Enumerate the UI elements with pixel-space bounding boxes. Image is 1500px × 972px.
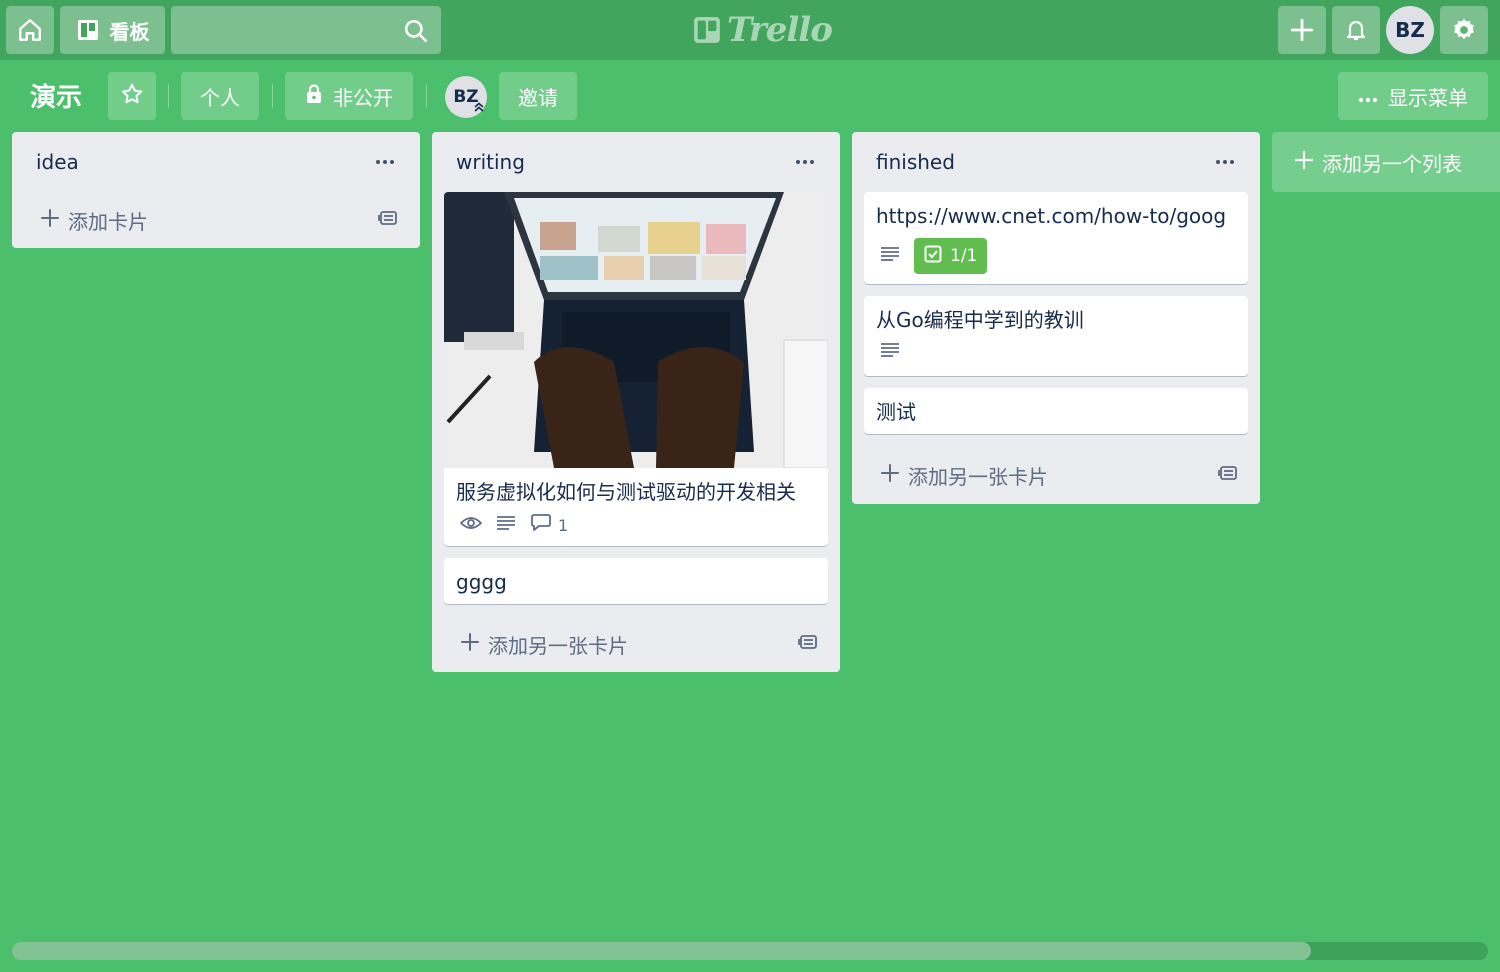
create-button[interactable] bbox=[1278, 6, 1326, 54]
team-button[interactable]: 个人 bbox=[181, 72, 259, 120]
admin-chevron-icon bbox=[473, 98, 485, 118]
plus-icon bbox=[40, 208, 60, 233]
list-header: idea bbox=[12, 132, 420, 192]
card-title: 服务虚拟化如何与测试驱动的开发相关 bbox=[456, 480, 796, 504]
invite-label: 邀请 bbox=[518, 85, 558, 110]
star-icon bbox=[120, 82, 144, 111]
card-template-icon[interactable] bbox=[1218, 463, 1238, 488]
add-card-label: 添加另一张卡片 bbox=[908, 464, 1048, 489]
show-menu-button[interactable]: 显示菜单 bbox=[1338, 72, 1488, 120]
board-icon bbox=[76, 18, 100, 42]
board-title[interactable]: 演示 bbox=[30, 78, 82, 118]
checklist-count: 1/1 bbox=[950, 246, 978, 266]
card-badges bbox=[864, 340, 1248, 376]
list-writing: writing 服务虚拟化如何与测试驱动的开发相关 1 gggg 添加另一张卡片 bbox=[432, 132, 840, 672]
plus-icon bbox=[460, 632, 480, 657]
list-idea: idea 添加卡片 bbox=[12, 132, 420, 248]
comment-icon bbox=[530, 514, 552, 536]
scrollbar-thumb[interactable] bbox=[12, 942, 1311, 960]
home-button[interactable] bbox=[6, 6, 54, 54]
plus-icon bbox=[1294, 150, 1314, 175]
list-menu-icon[interactable] bbox=[790, 154, 820, 170]
card-title: gggg bbox=[456, 570, 507, 594]
eye-icon bbox=[459, 515, 483, 535]
card-template-icon[interactable] bbox=[378, 208, 398, 233]
list-menu-icon[interactable] bbox=[370, 154, 400, 170]
top-header: 看板 Trello BZ bbox=[0, 0, 1500, 60]
list-footer: 添加另一张卡片 bbox=[852, 446, 1260, 504]
list-header: writing bbox=[432, 132, 840, 192]
header-divider bbox=[426, 84, 427, 108]
card-cover-image bbox=[444, 192, 828, 468]
comment-count: 1 bbox=[558, 515, 569, 535]
add-card-label: 添加卡片 bbox=[68, 209, 148, 234]
visibility-label: 非公开 bbox=[333, 85, 393, 110]
card[interactable]: 从Go编程中学到的教训 bbox=[864, 296, 1248, 376]
header-divider bbox=[272, 84, 273, 108]
user-avatar[interactable]: BZ bbox=[1386, 6, 1434, 54]
more-dots-icon bbox=[1358, 84, 1378, 108]
card[interactable]: 测试 bbox=[864, 388, 1248, 434]
list-footer: 添加卡片 bbox=[12, 192, 420, 248]
card-title: 从Go编程中学到的教训 bbox=[876, 308, 1084, 332]
settings-button[interactable] bbox=[1440, 6, 1488, 54]
plus-icon bbox=[1289, 17, 1315, 43]
list-header: finished bbox=[852, 132, 1260, 192]
trello-logo-icon bbox=[694, 17, 720, 43]
boards-button[interactable]: 看板 bbox=[60, 6, 165, 54]
list-footer: 添加另一张卡片 bbox=[432, 616, 840, 672]
search-field[interactable] bbox=[171, 6, 441, 54]
logo-text: Trello bbox=[727, 10, 833, 50]
trello-logo[interactable]: Trello bbox=[693, 10, 833, 50]
list-title[interactable]: idea bbox=[36, 150, 79, 174]
show-menu-label: 显示菜单 bbox=[1388, 85, 1468, 110]
checklist-badge: 1/1 bbox=[914, 238, 988, 274]
horizontal-scrollbar[interactable] bbox=[12, 942, 1488, 960]
card[interactable]: https://www.cnet.com/how-to/goog 1/1 bbox=[864, 192, 1248, 284]
comments-badge: 1 bbox=[530, 514, 568, 536]
board-member-avatar[interactable]: BZ bbox=[445, 76, 487, 118]
description-icon bbox=[880, 246, 900, 266]
description-icon bbox=[880, 342, 900, 362]
description-icon bbox=[496, 515, 516, 535]
watch-badge bbox=[459, 515, 483, 535]
add-list-label: 添加另一个列表 bbox=[1322, 151, 1462, 176]
lock-icon bbox=[305, 83, 323, 109]
add-card-button[interactable]: 添加卡片 bbox=[40, 206, 148, 235]
description-badge bbox=[880, 246, 900, 266]
add-list-button[interactable]: 添加另一个列表 bbox=[1272, 132, 1500, 192]
list-title[interactable]: writing bbox=[456, 150, 525, 174]
list-menu-icon[interactable] bbox=[1210, 154, 1240, 170]
header-divider bbox=[168, 84, 169, 108]
gear-icon bbox=[1451, 17, 1477, 43]
description-badge bbox=[880, 342, 900, 362]
search-icon bbox=[403, 18, 429, 48]
team-label: 个人 bbox=[200, 85, 240, 110]
checkbox-icon bbox=[924, 245, 942, 268]
card-title: 测试 bbox=[876, 400, 916, 424]
add-card-button[interactable]: 添加另一张卡片 bbox=[880, 461, 1048, 490]
description-badge bbox=[496, 515, 516, 535]
add-card-button[interactable]: 添加另一张卡片 bbox=[460, 630, 628, 659]
list-title[interactable]: finished bbox=[876, 150, 955, 174]
search-input[interactable] bbox=[171, 6, 441, 54]
user-initials: BZ bbox=[1395, 18, 1425, 42]
card-badges: 1/1 bbox=[864, 236, 1248, 284]
card[interactable]: gggg bbox=[444, 558, 828, 604]
add-card-label: 添加另一张卡片 bbox=[488, 633, 628, 658]
card-badges: 1 bbox=[444, 512, 828, 546]
visibility-button[interactable]: 非公开 bbox=[285, 72, 413, 120]
card-template-icon[interactable] bbox=[798, 632, 818, 657]
invite-button[interactable]: 邀请 bbox=[499, 72, 577, 120]
list-finished: finished https://www.cnet.com/how-to/goo… bbox=[852, 132, 1260, 504]
plus-icon bbox=[880, 463, 900, 488]
home-icon bbox=[17, 17, 43, 43]
card-title: https://www.cnet.com/how-to/goog bbox=[876, 204, 1227, 228]
notifications-button[interactable] bbox=[1332, 6, 1380, 54]
card[interactable]: 服务虚拟化如何与测试驱动的开发相关 1 bbox=[444, 192, 828, 546]
bell-icon bbox=[1344, 17, 1368, 43]
boards-label: 看板 bbox=[109, 19, 150, 44]
star-button[interactable] bbox=[108, 72, 156, 120]
